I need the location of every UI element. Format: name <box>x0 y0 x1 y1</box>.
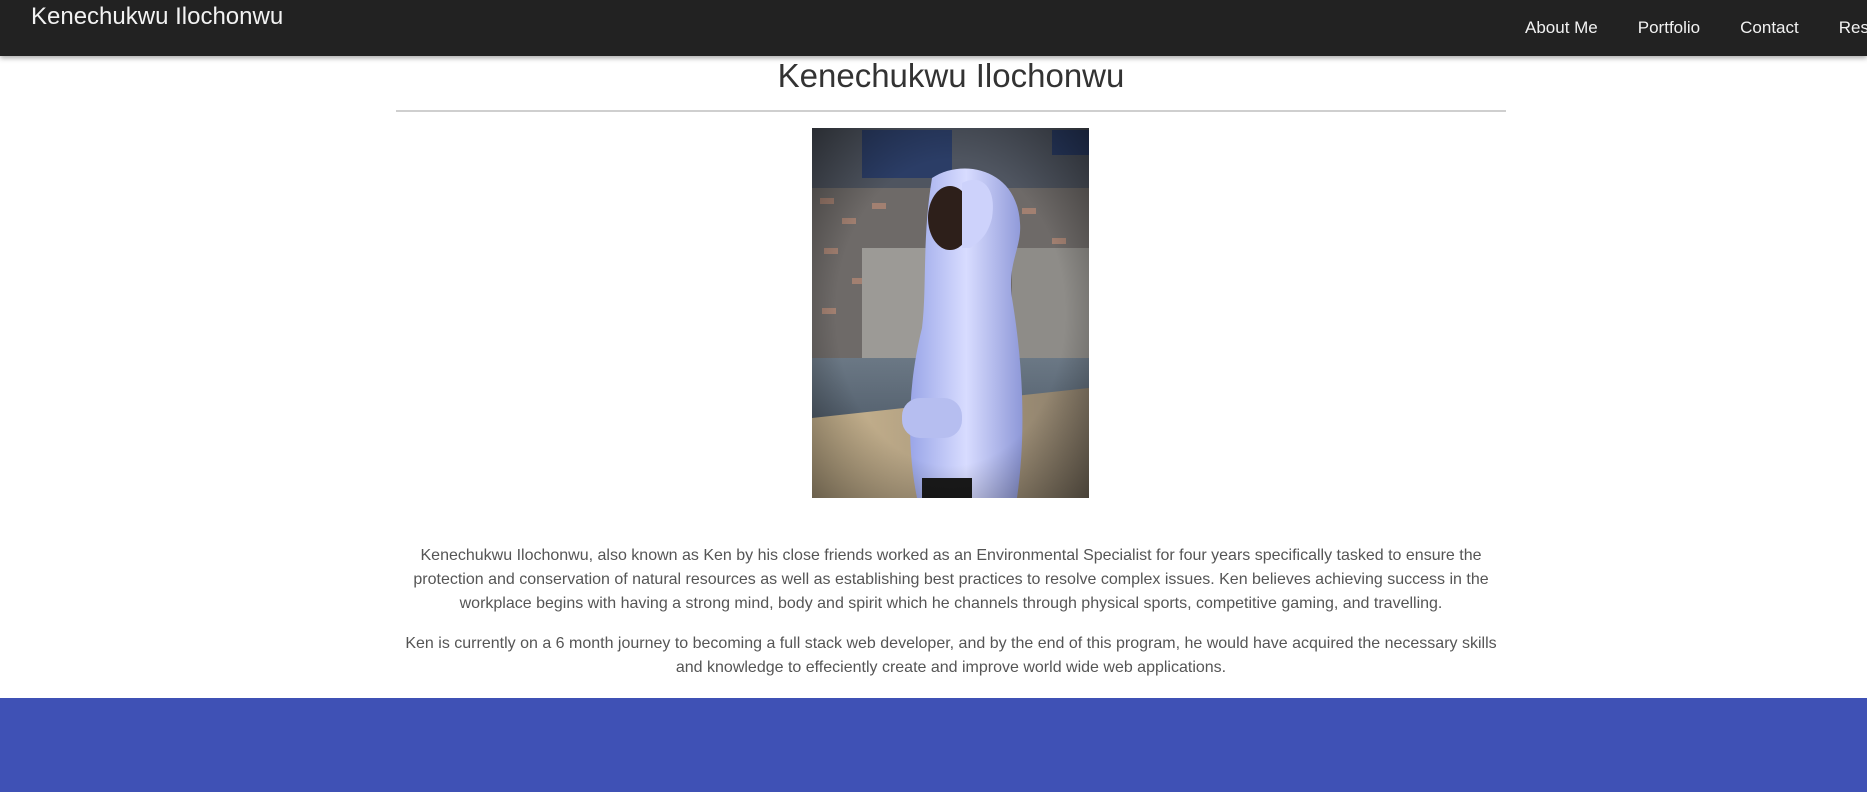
bio-paragraph-1: Kenechukwu Ilochonwu, also known as Ken … <box>413 547 1489 612</box>
nav-links: About Me Portfolio Contact Resu <box>1525 0 1867 56</box>
nav-link-about-me[interactable]: About Me <box>1525 18 1598 38</box>
top-navbar: Kenechukwu Ilochonwu About Me Portfolio … <box>0 0 1867 56</box>
footer-bar <box>0 698 1867 792</box>
nav-link-portfolio[interactable]: Portfolio <box>1638 18 1700 38</box>
about-section: Kenechukwu Ilochonwu Kenechukwu Ilochonw… <box>396 56 1506 676</box>
nav-link-resume[interactable]: Resu <box>1839 18 1867 38</box>
bio-paragraph-2: Ken is currently on a 6 month journey to… <box>405 635 1497 676</box>
profile-photo-image <box>812 128 1089 498</box>
title-divider <box>396 110 1506 112</box>
bio-text: Kenechukwu Ilochonwu, also known as Ken … <box>396 544 1506 696</box>
brand-link[interactable]: Kenechukwu Ilochonwu <box>31 3 283 31</box>
nav-link-contact[interactable]: Contact <box>1740 18 1799 38</box>
profile-photo <box>812 128 1089 498</box>
page-title: Kenechukwu Ilochonwu <box>777 57 1125 94</box>
